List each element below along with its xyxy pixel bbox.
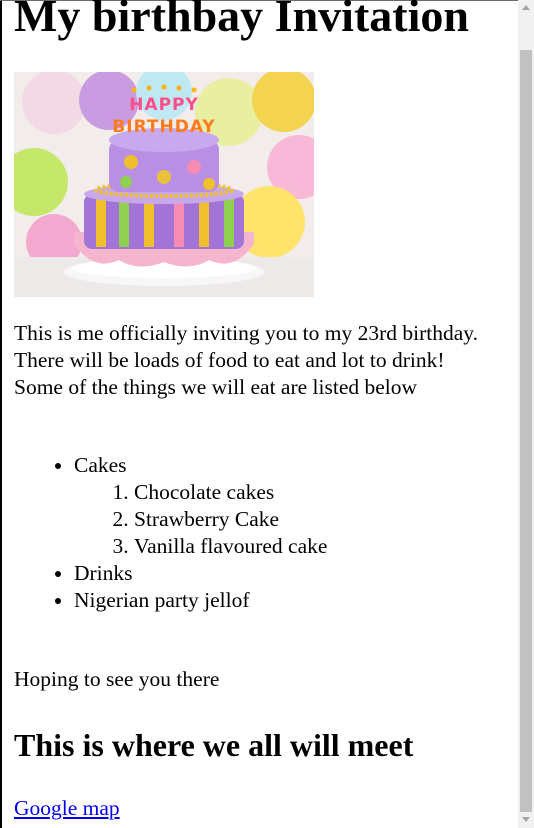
arrow-down-icon (522, 817, 530, 822)
intro-line-2: Some of the things we will eat are liste… (14, 375, 418, 399)
birthday-cake-image: HAPPY BIRTHDAY (14, 72, 314, 297)
cake-topper-birthday: BIRTHDAY (112, 117, 215, 137)
page-title: My birthbay Invitation (14, 0, 469, 41)
location-heading: This is where we all will meet (14, 727, 414, 763)
list-item: Chocolate cakes (134, 479, 327, 506)
window-edge (0, 0, 2, 828)
scroll-up-button[interactable] (518, 0, 534, 16)
food-list: Cakes Chocolate cakes Strawberry Cake Va… (14, 452, 327, 614)
list-item: Vanilla flavoured cake (134, 533, 327, 560)
list-item: Strawberry Cake (134, 506, 327, 533)
cake-sublist: Chocolate cakes Strawberry Cake Vanilla … (74, 479, 327, 560)
vertical-scrollbar[interactable] (518, 0, 534, 828)
list-item-cakes: Cakes Chocolate cakes Strawberry Cake Va… (74, 452, 327, 560)
list-item-drinks: Drinks (74, 560, 327, 587)
list-item-jellof: Nigerian party jellof (74, 587, 327, 614)
scrollbar-thumb[interactable] (520, 50, 532, 812)
google-map-link[interactable]: Google map (14, 795, 120, 822)
intro-line-1: This is me officially inviting you to my… (14, 321, 478, 372)
arrow-up-icon (522, 5, 530, 10)
cake-topper-happy: HAPPY (129, 95, 199, 115)
closing-text: Hoping to see you there (14, 667, 220, 691)
intro-paragraph: This is me officially inviting you to my… (14, 320, 509, 401)
list-item-label: Cakes (74, 453, 127, 477)
cake-illustration: HAPPY BIRTHDAY (14, 72, 314, 297)
scroll-down-button[interactable] (518, 812, 534, 828)
